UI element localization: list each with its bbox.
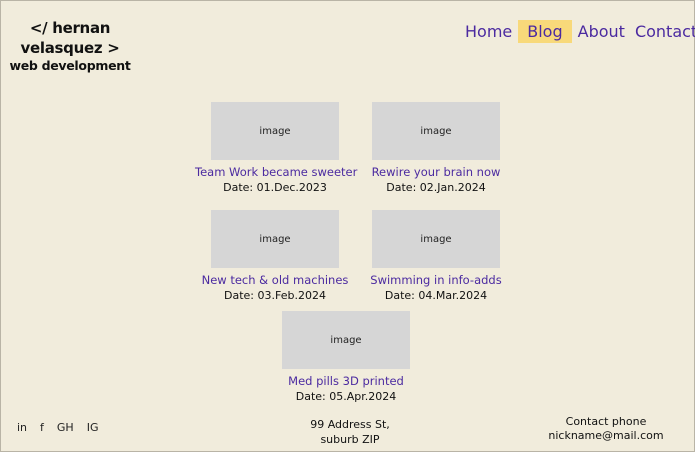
contact-email[interactable]: nickname@mail.com	[546, 429, 666, 443]
post-date: Date: 04.Mar.2024	[384, 289, 488, 302]
instagram-icon[interactable]: IG	[87, 421, 99, 434]
post-title-link[interactable]: Rewire your brain now	[356, 165, 516, 179]
nav-contact[interactable]: Contact	[631, 20, 695, 43]
post-date: Date: 05.Apr.2024	[295, 390, 397, 403]
post-card[interactable]: image Med pills 3D printed Date: 05.Apr.…	[266, 311, 426, 404]
logo-line-2: velasquez >	[20, 39, 120, 57]
post-date: Date: 01.Dec.2023	[223, 181, 327, 194]
footer-contact: Contact phone nickname@mail.com	[546, 415, 666, 443]
post-card[interactable]: image Team Work became sweeter Date: 01.…	[195, 102, 357, 195]
footer-address: 99 Address St, suburb ZIP	[301, 417, 399, 447]
linkedin-icon[interactable]: in	[17, 421, 27, 434]
facebook-icon[interactable]: f	[40, 421, 44, 434]
post-image-placeholder[interactable]: image	[211, 210, 339, 268]
post-title-link[interactable]: New tech & old machines	[195, 273, 355, 287]
post-card[interactable]: image Rewire your brain now Date: 02.Jan…	[356, 102, 516, 195]
social-links: in f GH IG	[17, 421, 111, 434]
post-title-link[interactable]: Team Work became sweeter	[195, 165, 357, 179]
post-title-link[interactable]: Med pills 3D printed	[266, 374, 426, 388]
nav-home[interactable]: Home	[461, 20, 516, 43]
address-line-2: suburb ZIP	[320, 433, 380, 446]
post-image-placeholder[interactable]: image	[372, 102, 500, 160]
github-icon[interactable]: GH	[57, 421, 74, 434]
post-date: Date: 02.Jan.2024	[386, 181, 486, 194]
logo-line-1: </ hernan	[29, 19, 111, 37]
contact-phone: Contact phone	[565, 415, 647, 428]
site-logo[interactable]: </ hernan velasquez > web development	[9, 18, 131, 73]
address-line-1: 99 Address St,	[310, 418, 390, 431]
post-date: Date: 03.Feb.2024	[224, 289, 326, 302]
post-image-placeholder[interactable]: image	[211, 102, 339, 160]
post-card[interactable]: image New tech & old machines Date: 03.F…	[195, 210, 355, 303]
nav-about[interactable]: About	[574, 20, 629, 43]
logo-tagline: web development	[9, 58, 131, 73]
post-title-link[interactable]: Swimming in info-adds	[356, 273, 516, 287]
post-image-placeholder[interactable]: image	[282, 311, 410, 369]
post-card[interactable]: image Swimming in info-adds Date: 04.Mar…	[356, 210, 516, 303]
post-image-placeholder[interactable]: image	[372, 210, 500, 268]
nav-blog[interactable]: Blog	[518, 20, 572, 43]
main-nav: Home Blog About Contact	[461, 20, 695, 43]
